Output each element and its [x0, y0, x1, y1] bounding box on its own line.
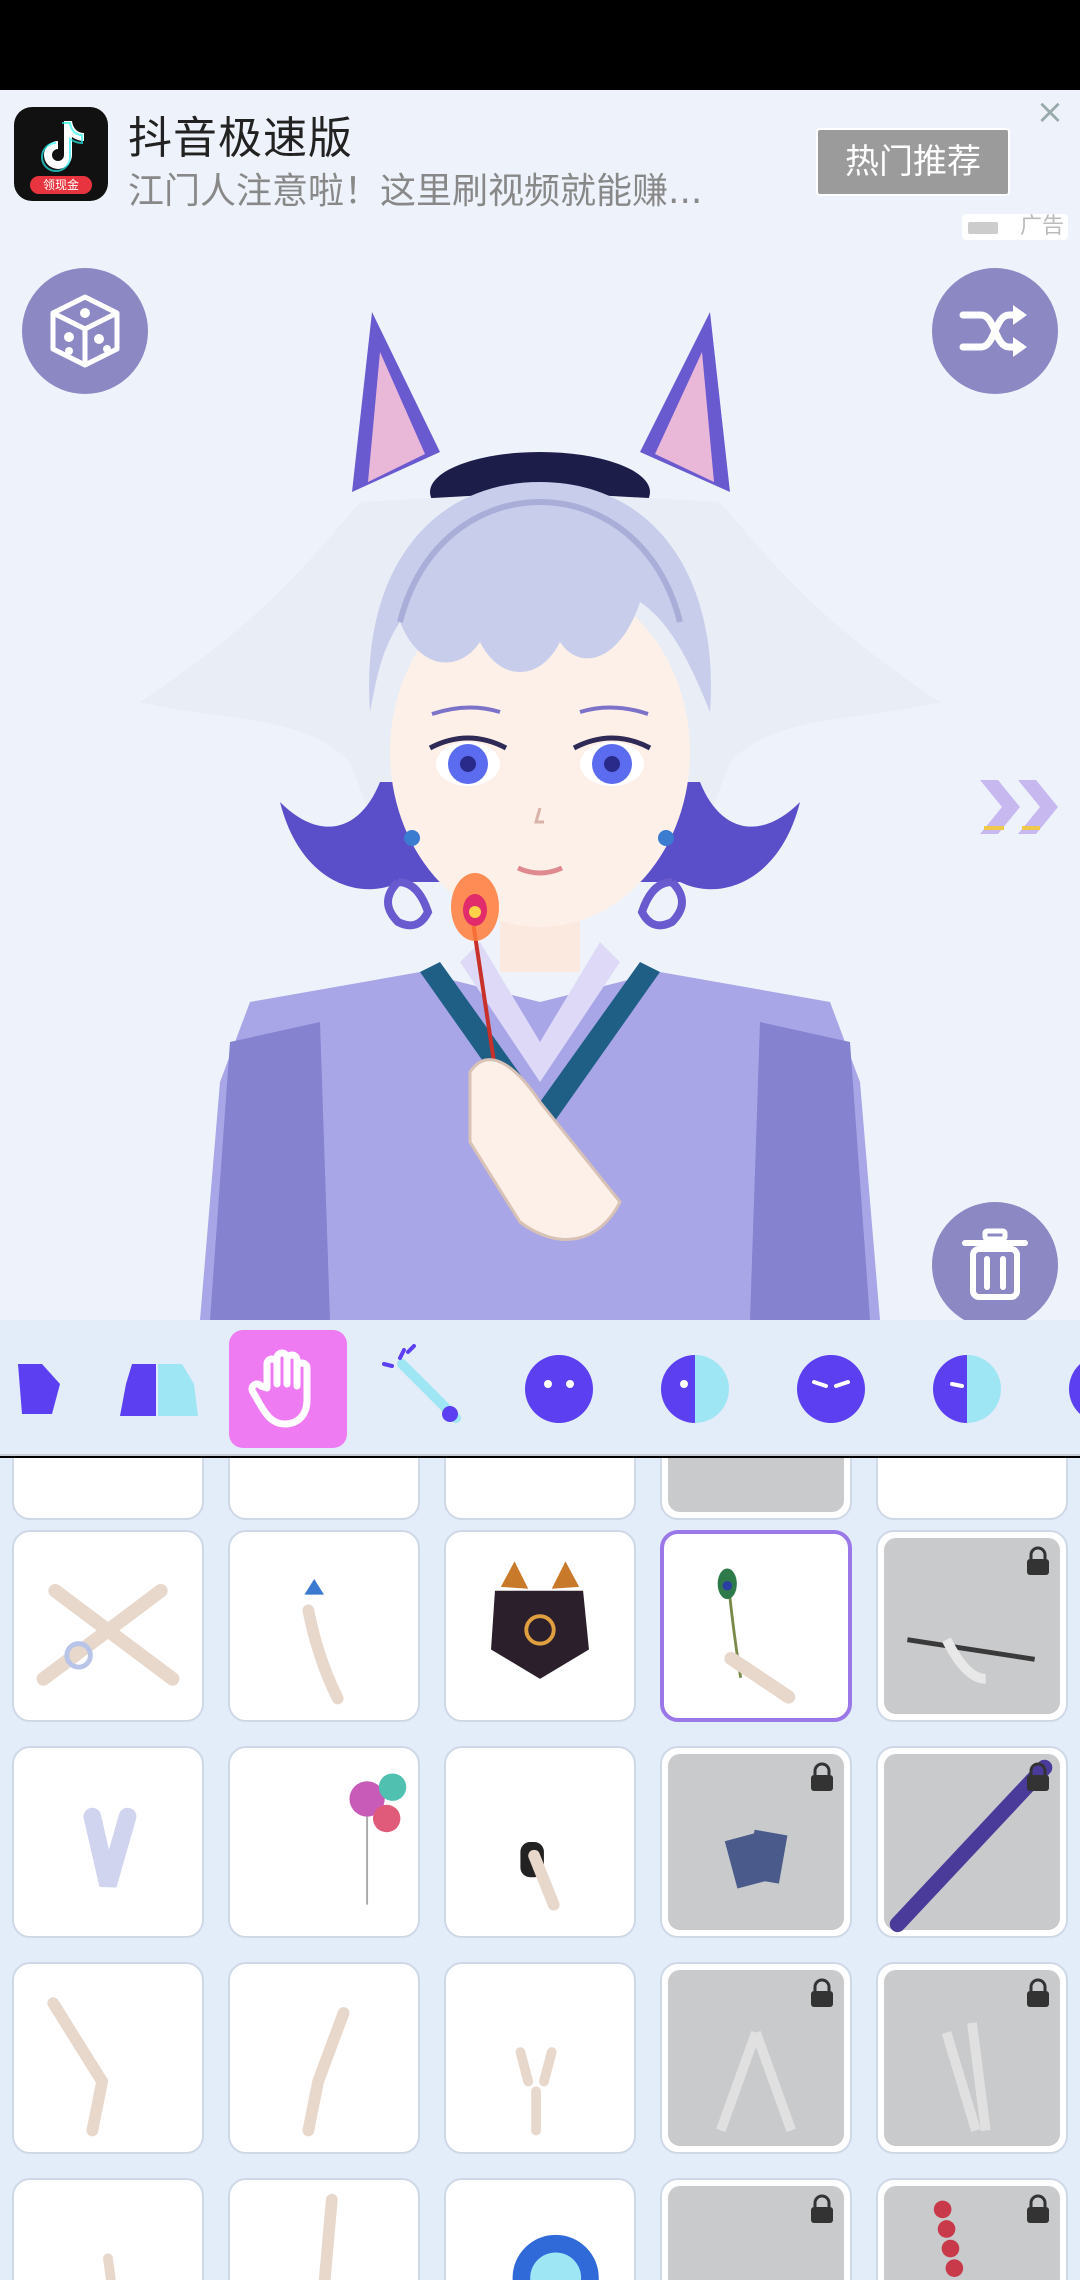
lock-icon — [1027, 1762, 1049, 1791]
category-tabs — [0, 1320, 1080, 1456]
half-face-icon — [661, 1355, 729, 1423]
grid-item-hand-with-pipe[interactable] — [876, 1530, 1068, 1722]
lock-icon — [1027, 1546, 1049, 1575]
hand-icon — [248, 1349, 311, 1428]
raised-hand-art — [47, 1997, 109, 2137]
hand-with-peacock-feather-art — [717, 1568, 796, 1704]
outfit-icon — [120, 1364, 198, 1416]
status-bar — [0, 0, 1080, 90]
double-chevron-right-icon[interactable] — [974, 772, 1066, 842]
hands-holding-mask-art — [491, 1561, 589, 1679]
ad-app-name: 抖音极速版 — [128, 113, 353, 164]
items-grid — [0, 1458, 1080, 2280]
grid-item-raised-hand[interactable] — [12, 1962, 204, 2154]
hand-with-balloons-art — [349, 1773, 407, 1905]
tab-half-expression[interactable] — [908, 1330, 1026, 1448]
grid-item-hand-with-balloons[interactable] — [228, 1746, 420, 1938]
tab-accessory[interactable] — [368, 1330, 486, 1448]
shuffle-button[interactable] — [932, 268, 1058, 394]
grid-item-hand-with-peacock-feather[interactable] — [660, 1530, 852, 1722]
ad-tag: 广告 — [962, 214, 1068, 240]
grid-item-open-hand[interactable] — [876, 1962, 1068, 2154]
grid-item-hand-partial-locked[interactable] — [660, 2178, 852, 2280]
tab-face[interactable] — [500, 1330, 618, 1448]
ad-subtitle: 江门人注意啦！这里刷视频就能赚... — [128, 171, 703, 212]
lock-icon — [811, 2194, 833, 2223]
lock-icon — [1027, 1978, 1049, 2007]
shuffle-icon — [959, 305, 1027, 357]
lock-icon — [811, 1762, 833, 1791]
grid-item-hand-with-crystal-ball[interactable] — [444, 2178, 636, 2280]
tab-top-clothing[interactable] — [0, 1330, 86, 1448]
grid-item-pointing-hand[interactable] — [228, 1962, 420, 2154]
tab-half-face[interactable] — [636, 1330, 754, 1448]
grid-item-crossed-hands[interactable] — [12, 1530, 204, 1722]
pointing-hand-art — [302, 2007, 350, 2137]
hand-partial-art — [103, 2253, 116, 2280]
peace-sign-hand-art — [515, 2047, 557, 2136]
hand-holding-object-art — [520, 1842, 560, 1911]
close-icon[interactable]: × — [1032, 94, 1068, 130]
lock-icon — [1027, 2194, 1049, 2223]
crossed-hands-art — [36, 1583, 180, 1686]
expression-icon — [797, 1355, 865, 1423]
grid-item-partial[interactable] — [12, 1458, 204, 1520]
grid-item-partial[interactable] — [876, 1458, 1068, 1520]
finger-pointing-up-art — [318, 2193, 338, 2280]
random-dice-button[interactable] — [22, 268, 148, 394]
grid-item-gloved-hand[interactable] — [12, 1746, 204, 1938]
gloved-hand-art — [83, 1807, 137, 1888]
grid-item-hand-with-cards[interactable] — [660, 1746, 852, 1938]
trash-icon — [962, 1228, 1028, 1300]
character-illustration — [140, 312, 940, 1320]
grid-item-hand-with-bird[interactable] — [228, 1530, 420, 1722]
face-icon — [525, 1355, 593, 1423]
grid-item-hand-holding-object[interactable] — [444, 1746, 636, 1938]
grid-item-finger-pointing-up[interactable] — [228, 2178, 420, 2280]
grid-item-hands-holding-mask[interactable] — [444, 1530, 636, 1722]
delete-button[interactable] — [932, 1202, 1058, 1320]
half-expression-icon — [933, 1355, 1001, 1423]
app-logo: 领现金 — [14, 107, 108, 201]
ad-logo-badge: 领现金 — [30, 176, 92, 194]
grid-item-praying-hands[interactable] — [660, 1962, 852, 2154]
wand-accessory-icon — [382, 1344, 461, 1423]
face-icon — [1069, 1363, 1080, 1415]
tab-more[interactable] — [1044, 1330, 1080, 1448]
grid-item-peace-sign-hand[interactable] — [444, 1962, 636, 2154]
tiktok-note-icon — [41, 121, 84, 172]
top-clothing-icon — [2, 1364, 60, 1414]
ad-source-icon — [968, 222, 998, 234]
grid-item-partial[interactable] — [660, 1458, 852, 1520]
tab-outfit[interactable] — [98, 1330, 216, 1448]
character-stage — [0, 242, 1080, 1320]
ad-tag-label: 广告 — [1019, 214, 1064, 239]
ad-cta-button[interactable]: 热门推荐 — [816, 128, 1010, 196]
grid-item-hand-partial[interactable] — [12, 2178, 204, 2280]
hand-with-bird-art — [302, 1579, 344, 1705]
dice-icon — [50, 294, 120, 368]
tab-expression[interactable] — [772, 1330, 890, 1448]
grid-item-hand-with-beads[interactable] — [876, 2178, 1068, 2280]
grid-item-partial[interactable] — [228, 1458, 420, 1520]
tab-hands[interactable] — [229, 1330, 347, 1448]
ad-banner[interactable]: 领现金 抖音极速版 江门人注意啦！这里刷视频就能赚... 热门推荐 × 广告 — [0, 90, 1080, 242]
hand-with-crystal-ball-art — [512, 2234, 599, 2280]
grid-item-partial[interactable] — [444, 1458, 636, 1520]
lock-icon — [811, 1978, 833, 2007]
grid-item-hand-with-guitar[interactable] — [876, 1746, 1068, 1938]
